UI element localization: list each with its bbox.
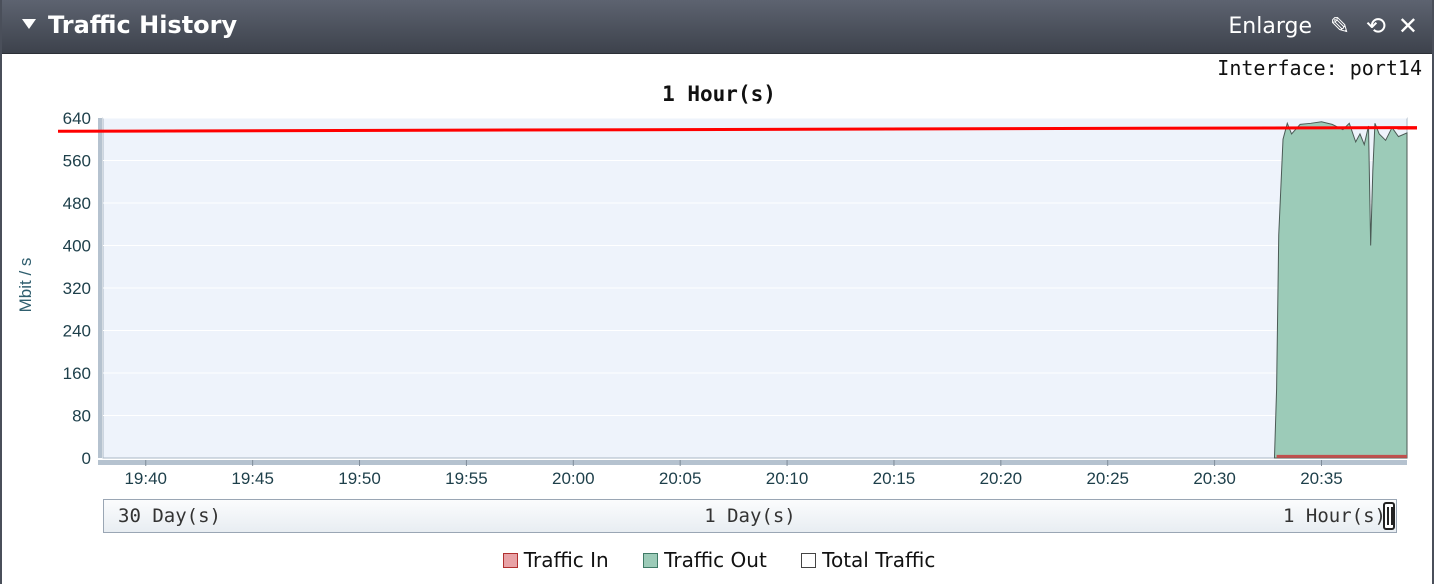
x-tick-label: 20:15 [873, 469, 916, 488]
legend-label-traffic-out: Traffic Out [664, 548, 767, 572]
chart-legend: Traffic In Traffic Out Total Traffic [2, 548, 1434, 572]
y-axis-bar [98, 118, 102, 458]
range-slider-handle[interactable] [1383, 502, 1395, 530]
x-tick-label: 20:30 [1193, 469, 1236, 488]
x-tick-label: 20:10 [766, 469, 809, 488]
x-tick-label: 20:00 [552, 469, 595, 488]
legend-label-traffic-in: Traffic In [523, 548, 609, 572]
x-tick-label: 20:35 [1300, 469, 1343, 488]
y-tick-label: 160 [63, 364, 91, 383]
legend-item-traffic-in[interactable]: Traffic In [502, 548, 609, 572]
x-tick-label: 19:55 [445, 469, 488, 488]
y-tick-label: 640 [63, 109, 91, 128]
traffic-history-widget: Traffic History Enlarge ✎ ⟲ ✕ Interface:… [0, 0, 1434, 584]
x-tick-label: 19:50 [338, 469, 381, 488]
y-tick-label: 480 [63, 194, 91, 213]
legend-swatch-traffic-out [643, 553, 659, 568]
x-tick-label: 19:40 [124, 469, 167, 488]
legend-swatch-total-traffic [801, 553, 817, 568]
x-tick-label: 20:05 [659, 469, 702, 488]
traffic-chart: Mbit / s 0 80 160 240 320 400 480 560 640 19:40 19… [16, 109, 1418, 488]
y-tick-label: 560 [63, 152, 91, 171]
legend-item-traffic-out[interactable]: Traffic Out [643, 548, 767, 572]
y-tick-label: 0 [82, 449, 91, 468]
range-option-1-hour[interactable]: 1 Hour(s) [1283, 505, 1386, 527]
range-option-1-day[interactable]: 1 Day(s) [104, 505, 1396, 527]
x-tick-label: 19:45 [231, 469, 274, 488]
legend-item-total-traffic[interactable]: Total Traffic [801, 548, 935, 572]
series-traffic-out-area [1273, 121, 1408, 459]
y-tick-label: 80 [72, 407, 91, 426]
x-tick-label: 20:25 [1086, 469, 1129, 488]
y-tick-label: 400 [63, 237, 91, 256]
y-axis-label: Mbit / s [16, 258, 35, 313]
legend-label-total-traffic: Total Traffic [822, 548, 936, 572]
time-range-selector[interactable]: 30 Day(s) 1 Day(s) 1 Hour(s) [103, 499, 1397, 533]
legend-swatch-traffic-in [502, 553, 518, 568]
y-tick-label: 240 [63, 322, 91, 341]
y-tick-label: 320 [63, 279, 91, 298]
x-tick-label: 20:20 [980, 469, 1023, 488]
x-axis-bar [98, 460, 1407, 465]
